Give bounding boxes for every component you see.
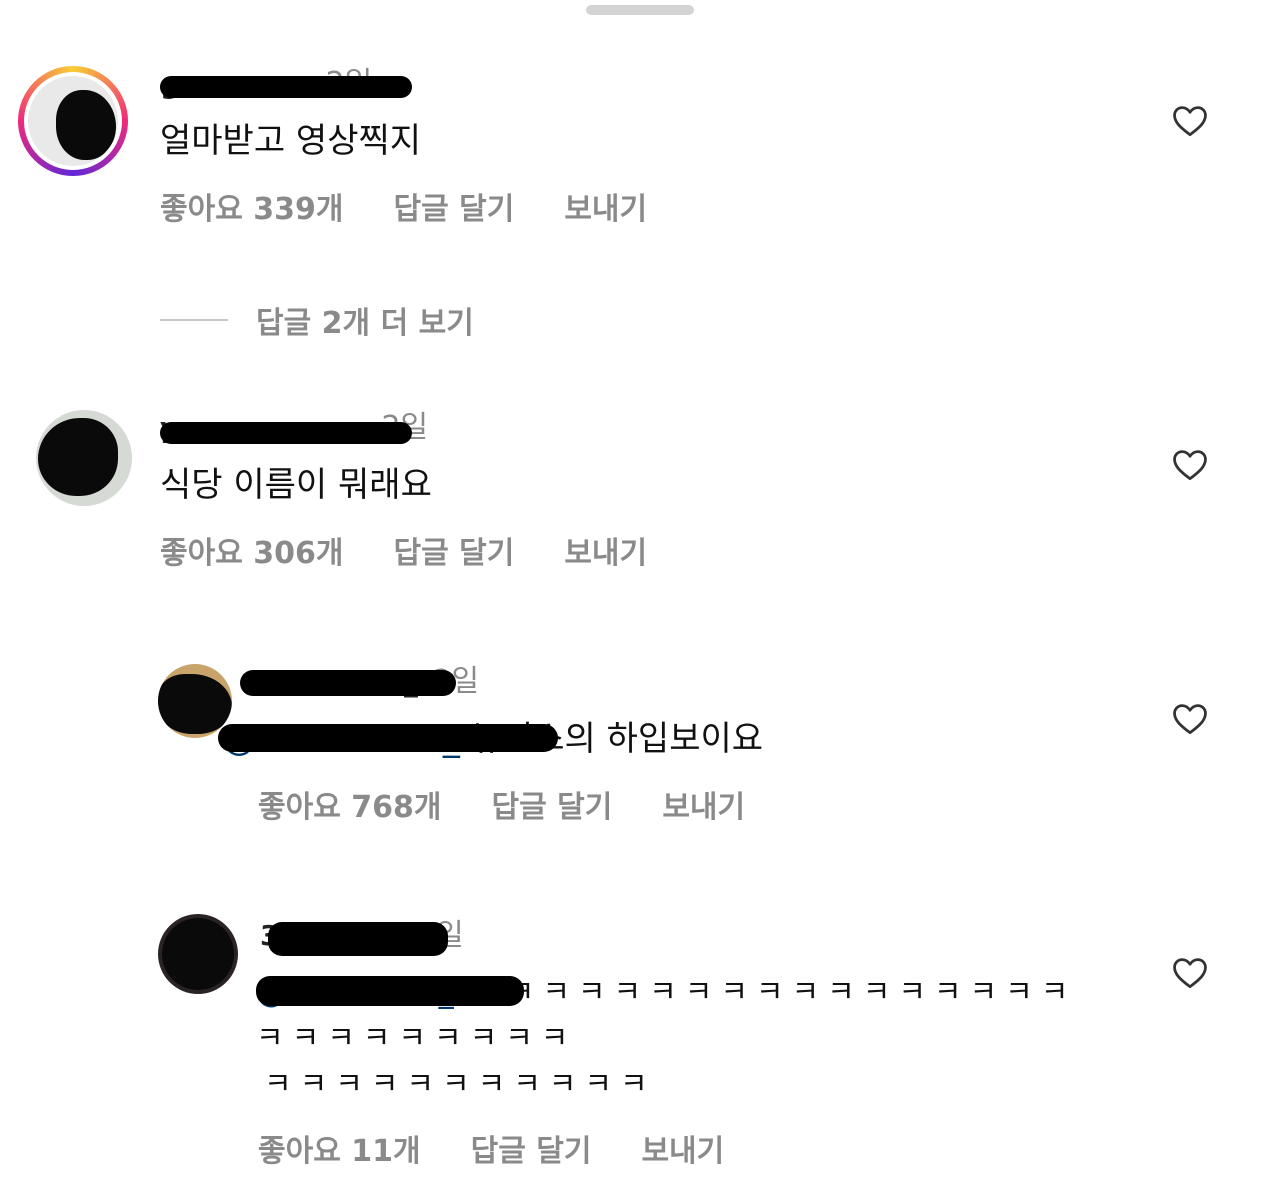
send-button[interactable]: 보내기	[662, 788, 745, 828]
likes-count[interactable]: 좋아요 11개	[258, 1132, 421, 1172]
comment-text: 얼마받고 영상찍지	[160, 121, 422, 161]
username[interactable]: _	[240, 662, 456, 702]
reply-button[interactable]: 답글 달기	[393, 534, 514, 574]
username[interactable]: gr r	[160, 64, 412, 104]
username[interactable]: y _	[160, 408, 412, 448]
likes-count[interactable]: 좋아요 306개	[160, 534, 343, 574]
heart-outline-icon[interactable]	[1171, 447, 1209, 481]
sheet-drag-handle[interactable]	[586, 5, 694, 15]
heart-outline-icon[interactable]	[1171, 103, 1209, 137]
send-button[interactable]: 보내기	[564, 534, 647, 574]
send-button[interactable]: 보내기	[564, 190, 647, 230]
divider	[160, 319, 228, 321]
reply-button[interactable]: 답글 달기	[491, 788, 612, 828]
comment-text-continued: ㅋㅋㅋㅋㅋㅋㅋㅋㅋㅋㅋ	[264, 1067, 656, 1102]
comment-text: 식당 이름이 뭐래요	[160, 465, 432, 505]
view-more-replies-button[interactable]: 답글 2개 더 보기	[160, 300, 474, 341]
comment-text: @ r_ 뉴진스의 하입보이요	[218, 716, 763, 762]
avatar[interactable]	[158, 664, 232, 738]
comment-text: @ _ ㅋㅋㅋㅋㅋㅋㅋㅋㅋㅋㅋㅋㅋㅋㅋㅋㅋㅋㅋㅋㅋㅋㅋㅋㅋㅋ	[256, 975, 1077, 1056]
reply-button[interactable]: 답글 달기	[471, 1132, 592, 1172]
heart-outline-icon[interactable]	[1171, 701, 1209, 735]
avatar[interactable]	[158, 914, 238, 994]
likes-count[interactable]: 좋아요 339개	[160, 190, 343, 230]
avatar[interactable]	[36, 410, 132, 506]
heart-outline-icon[interactable]	[1171, 955, 1209, 989]
likes-count[interactable]: 좋아요 768개	[258, 788, 441, 828]
username[interactable]: 3 g	[260, 916, 448, 956]
avatar[interactable]	[18, 66, 128, 176]
reply-button[interactable]: 답글 달기	[393, 190, 514, 230]
send-button[interactable]: 보내기	[641, 1132, 724, 1172]
